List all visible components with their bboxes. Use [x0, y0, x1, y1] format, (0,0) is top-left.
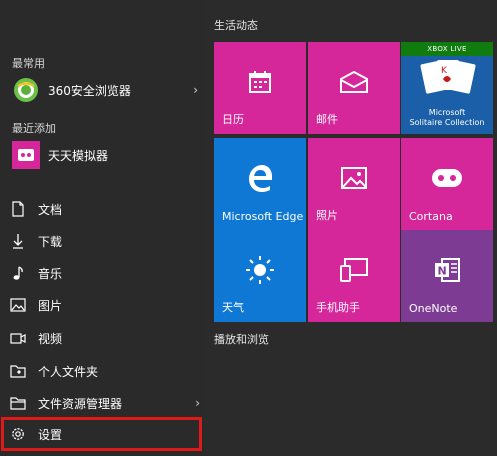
tile-weather[interactable]: 天气	[214, 230, 306, 322]
solitaire-art: K Microsoft Solitaire Collection	[401, 56, 493, 134]
nav-label: 音乐	[38, 266, 63, 281]
user-folder-icon	[10, 363, 26, 379]
svg-text:N: N	[438, 265, 447, 278]
video-icon	[10, 330, 26, 346]
edge-icon	[249, 165, 272, 193]
file-explorer-icon	[10, 395, 26, 411]
mail-icon	[340, 71, 368, 94]
nav-pictures[interactable]: 图片	[10, 292, 200, 318]
cortana-icon	[432, 169, 462, 188]
app-label: 天天模拟器	[48, 148, 109, 163]
solitaire-title-line2: Solitaire Collection	[409, 118, 485, 127]
start-menu-left-pane: 最常用 360安全浏览器 › 最近添加 天天模拟器 文档 下载 音乐 图片 视频…	[0, 0, 205, 456]
most-used-label: 最常用	[12, 57, 45, 70]
nav-user-folder[interactable]: 个人文件夹	[10, 358, 200, 384]
chevron-right-icon[interactable]: ›	[193, 83, 198, 97]
tile-label: Cortana	[409, 210, 453, 223]
document-icon	[10, 201, 26, 217]
chevron-right-icon[interactable]: ›	[195, 396, 200, 410]
tile-label: 日历	[222, 113, 244, 126]
group-label-life: 生活动态	[214, 19, 258, 32]
tile-microsoft-edge[interactable]: Microsoft Edge	[214, 138, 306, 230]
nav-file-explorer[interactable]: 文件资源管理器 ›	[10, 390, 200, 416]
app-360-browser[interactable]: 360安全浏览器 ›	[12, 76, 198, 104]
recently-added-label: 最近添加	[12, 122, 56, 135]
nav-label: 下载	[38, 234, 63, 249]
nav-documents[interactable]: 文档	[10, 196, 200, 222]
tile-onenote[interactable]: N OneNote	[401, 230, 493, 322]
calendar-icon	[249, 71, 271, 94]
onenote-icon: N	[435, 258, 460, 283]
tile-cortana[interactable]: Cortana	[401, 138, 493, 230]
nav-music[interactable]: 音乐	[10, 260, 200, 286]
sun-icon	[246, 256, 274, 285]
download-icon	[10, 233, 26, 249]
solitaire-title-line1: Microsoft	[428, 108, 466, 117]
picture-icon	[10, 297, 26, 313]
tile-mail[interactable]: 邮件	[308, 42, 400, 134]
settings-highlight-box	[1, 417, 202, 451]
tiantian-emulator-icon	[12, 141, 40, 169]
tile-label: 邮件	[316, 113, 338, 126]
xbox-live-label: XBOX LIVE	[427, 45, 467, 53]
nav-label: 文件资源管理器	[38, 396, 123, 411]
music-icon	[10, 265, 26, 281]
photos-icon	[341, 167, 367, 190]
tile-label: 天气	[222, 301, 244, 314]
tile-label: OneNote	[409, 302, 458, 315]
nav-label: 文档	[38, 202, 63, 217]
tile-label: Microsoft Edge	[222, 210, 304, 223]
nav-downloads[interactable]: 下载	[10, 228, 200, 254]
nav-videos[interactable]: 视频	[10, 325, 200, 351]
xbox-live-badge: XBOX LIVE	[401, 42, 493, 56]
tile-photos[interactable]: 照片	[308, 138, 400, 230]
tile-label: 手机助手	[316, 301, 360, 314]
nav-label: 个人文件夹	[38, 364, 99, 379]
group-label-play: 播放和浏览	[214, 333, 269, 346]
tile-solitaire[interactable]: XBOX LIVE K Microsoft Solitaire Collecti…	[401, 42, 493, 134]
app-tiantian-emulator[interactable]: 天天模拟器	[12, 141, 198, 169]
app-label: 360安全浏览器	[48, 83, 131, 98]
tile-label: 照片	[316, 209, 338, 222]
playing-cards-icon: K	[420, 60, 476, 94]
tile-phone-assistant[interactable]: 手机助手	[308, 230, 400, 322]
nav-label: 图片	[38, 298, 63, 313]
tile-calendar[interactable]: 日历	[214, 42, 306, 134]
nav-label: 视频	[38, 331, 63, 346]
phone-companion-icon	[340, 258, 368, 283]
360-browser-icon	[12, 76, 40, 104]
